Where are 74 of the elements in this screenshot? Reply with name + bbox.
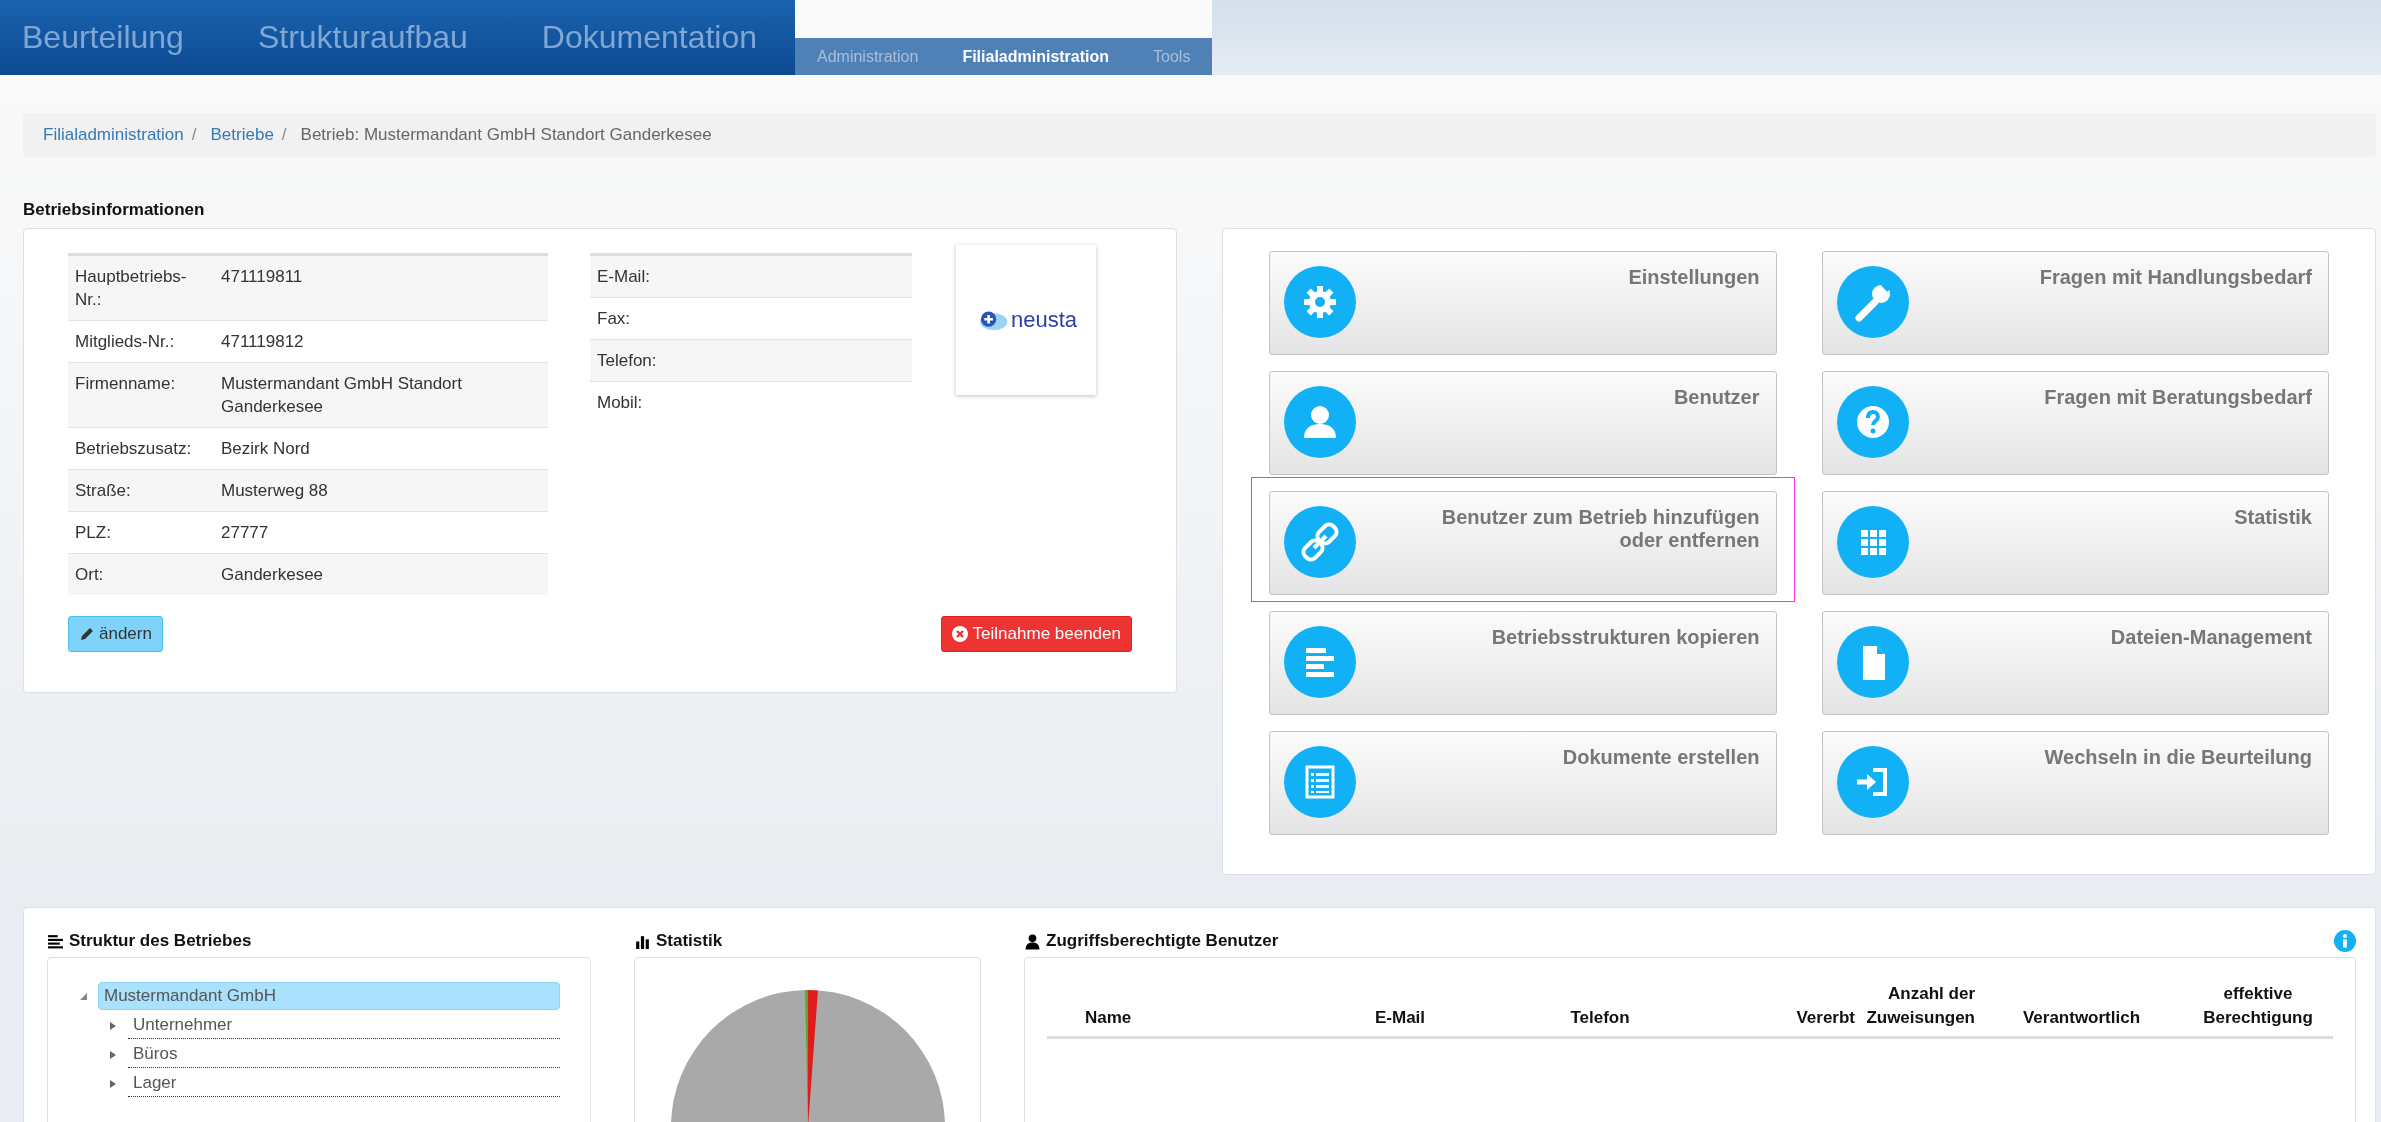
action-tile[interactable]: Dokumente erstellen [1269,731,1777,835]
expanded-triangle-icon[interactable] [78,991,88,1001]
column-header: effektive Berechtigung [2183,978,2333,1038]
pencil-icon [79,626,95,642]
column-header: Vererbt [1720,978,1860,1038]
field-value: Mustermandant GmbH Standort Ganderkesee [214,362,548,428]
wrench-icon [1836,266,1909,338]
field-label: Hauptbetriebs-Nr.: [68,254,214,321]
field-label: Fax: [590,297,912,340]
tree-item[interactable]: Mustermandant GmbH [98,982,560,1010]
sub-nav-tab[interactable]: Administration [817,47,919,66]
field-value: Bezirk Nord [214,427,548,470]
lines-icon [1284,626,1356,698]
tree-item[interactable]: Büros [128,1041,560,1068]
breadcrumb-link[interactable]: Betriebe [210,125,274,145]
breadcrumb-current: Betrieb: Mustermandant GmbH Standort Ganderkesee [300,125,712,145]
field-value: 471119812 [214,320,548,363]
column-header: Name [1047,978,1320,1038]
field-label: E-Mail: [590,254,912,298]
field-value: Musterweg 88 [214,469,548,512]
user-icon [1284,386,1356,458]
breadcrumb-separator: / [281,125,287,145]
question-icon [1836,386,1909,458]
link-icon [1284,506,1356,578]
sub-nav-tab[interactable]: Filialadministration [962,47,1110,66]
column-header: E-Mail [1320,978,1480,1038]
sub-nav-tab[interactable]: Tools [1153,47,1191,66]
field-value: 27777 [214,511,548,554]
action-tile[interactable]: Dateien-Management [1821,611,2329,715]
field-label: Firmenname: [68,362,214,428]
field-value: Ganderkesee [214,553,548,595]
section-title: Betriebsinformationen [23,200,206,220]
main-nav-tab[interactable]: Dokumentation [541,19,758,56]
field-label: PLZ: [68,511,214,554]
action-tile[interactable]: Fragen mit Handlungsbedarf [1821,251,2329,355]
file-icon [1836,626,1909,698]
panel-title: Statistik [656,931,723,951]
enter-icon [1836,746,1909,818]
field-label: Telefon: [590,339,912,382]
close-icon [951,626,968,642]
action-tile[interactable]: Benutzer [1269,371,1777,475]
panel-title: Struktur des Betriebes [69,931,252,951]
grid-icon [1836,506,1909,578]
align-left-icon [47,932,64,950]
breadcrumb-separator: / [191,125,197,145]
tree-item[interactable]: Unternehmer [128,1012,560,1039]
field-label: Betriebszusatz: [68,427,214,470]
edit-button[interactable]: ändern [68,616,163,652]
action-tile[interactable]: Wechseln in die Beurteilung [1821,731,2329,835]
collapsed-triangle-icon[interactable] [108,1020,118,1031]
collapsed-triangle-icon[interactable] [108,1049,118,1060]
tree-item[interactable]: Lager [128,1070,560,1097]
action-tile[interactable]: Benutzer zum Betrieb hinzufügen oder entfernen [1269,491,1777,595]
column-header: Telefon [1480,978,1720,1038]
user-icon [1024,932,1041,950]
field-value: 471119811 [214,254,548,321]
collapsed-triangle-icon[interactable] [108,1078,118,1089]
gear-icon [1284,266,1356,338]
action-tile[interactable]: Statistik [1821,491,2329,595]
field-label: Mitglieds-Nr.: [68,320,214,363]
end-participation-button[interactable]: Teilnahme beenden [940,616,1132,652]
column-header: Verantwortlich [1980,978,2183,1038]
list-icon [1284,746,1356,818]
action-tile[interactable]: Fragen mit Beratungsbedarf [1821,371,2329,475]
panel-title: Zugriffsberechtigte Benutzer [1046,931,1279,951]
logo-text: neusta [1010,307,1078,333]
breadcrumb-link[interactable]: Filialadministration [43,125,184,145]
field-label: Ort: [68,553,214,595]
action-tile[interactable]: Betriebsstrukturen kopieren [1269,611,1777,715]
main-nav-tab[interactable]: Strukturaufbau [257,19,468,56]
action-tile[interactable]: Einstellungen [1269,251,1777,355]
main-nav-tab[interactable]: Beurteilung [22,19,184,56]
field-label: Straße: [68,469,214,512]
column-header: Anzahl der Zuweisungen [1860,978,1980,1038]
